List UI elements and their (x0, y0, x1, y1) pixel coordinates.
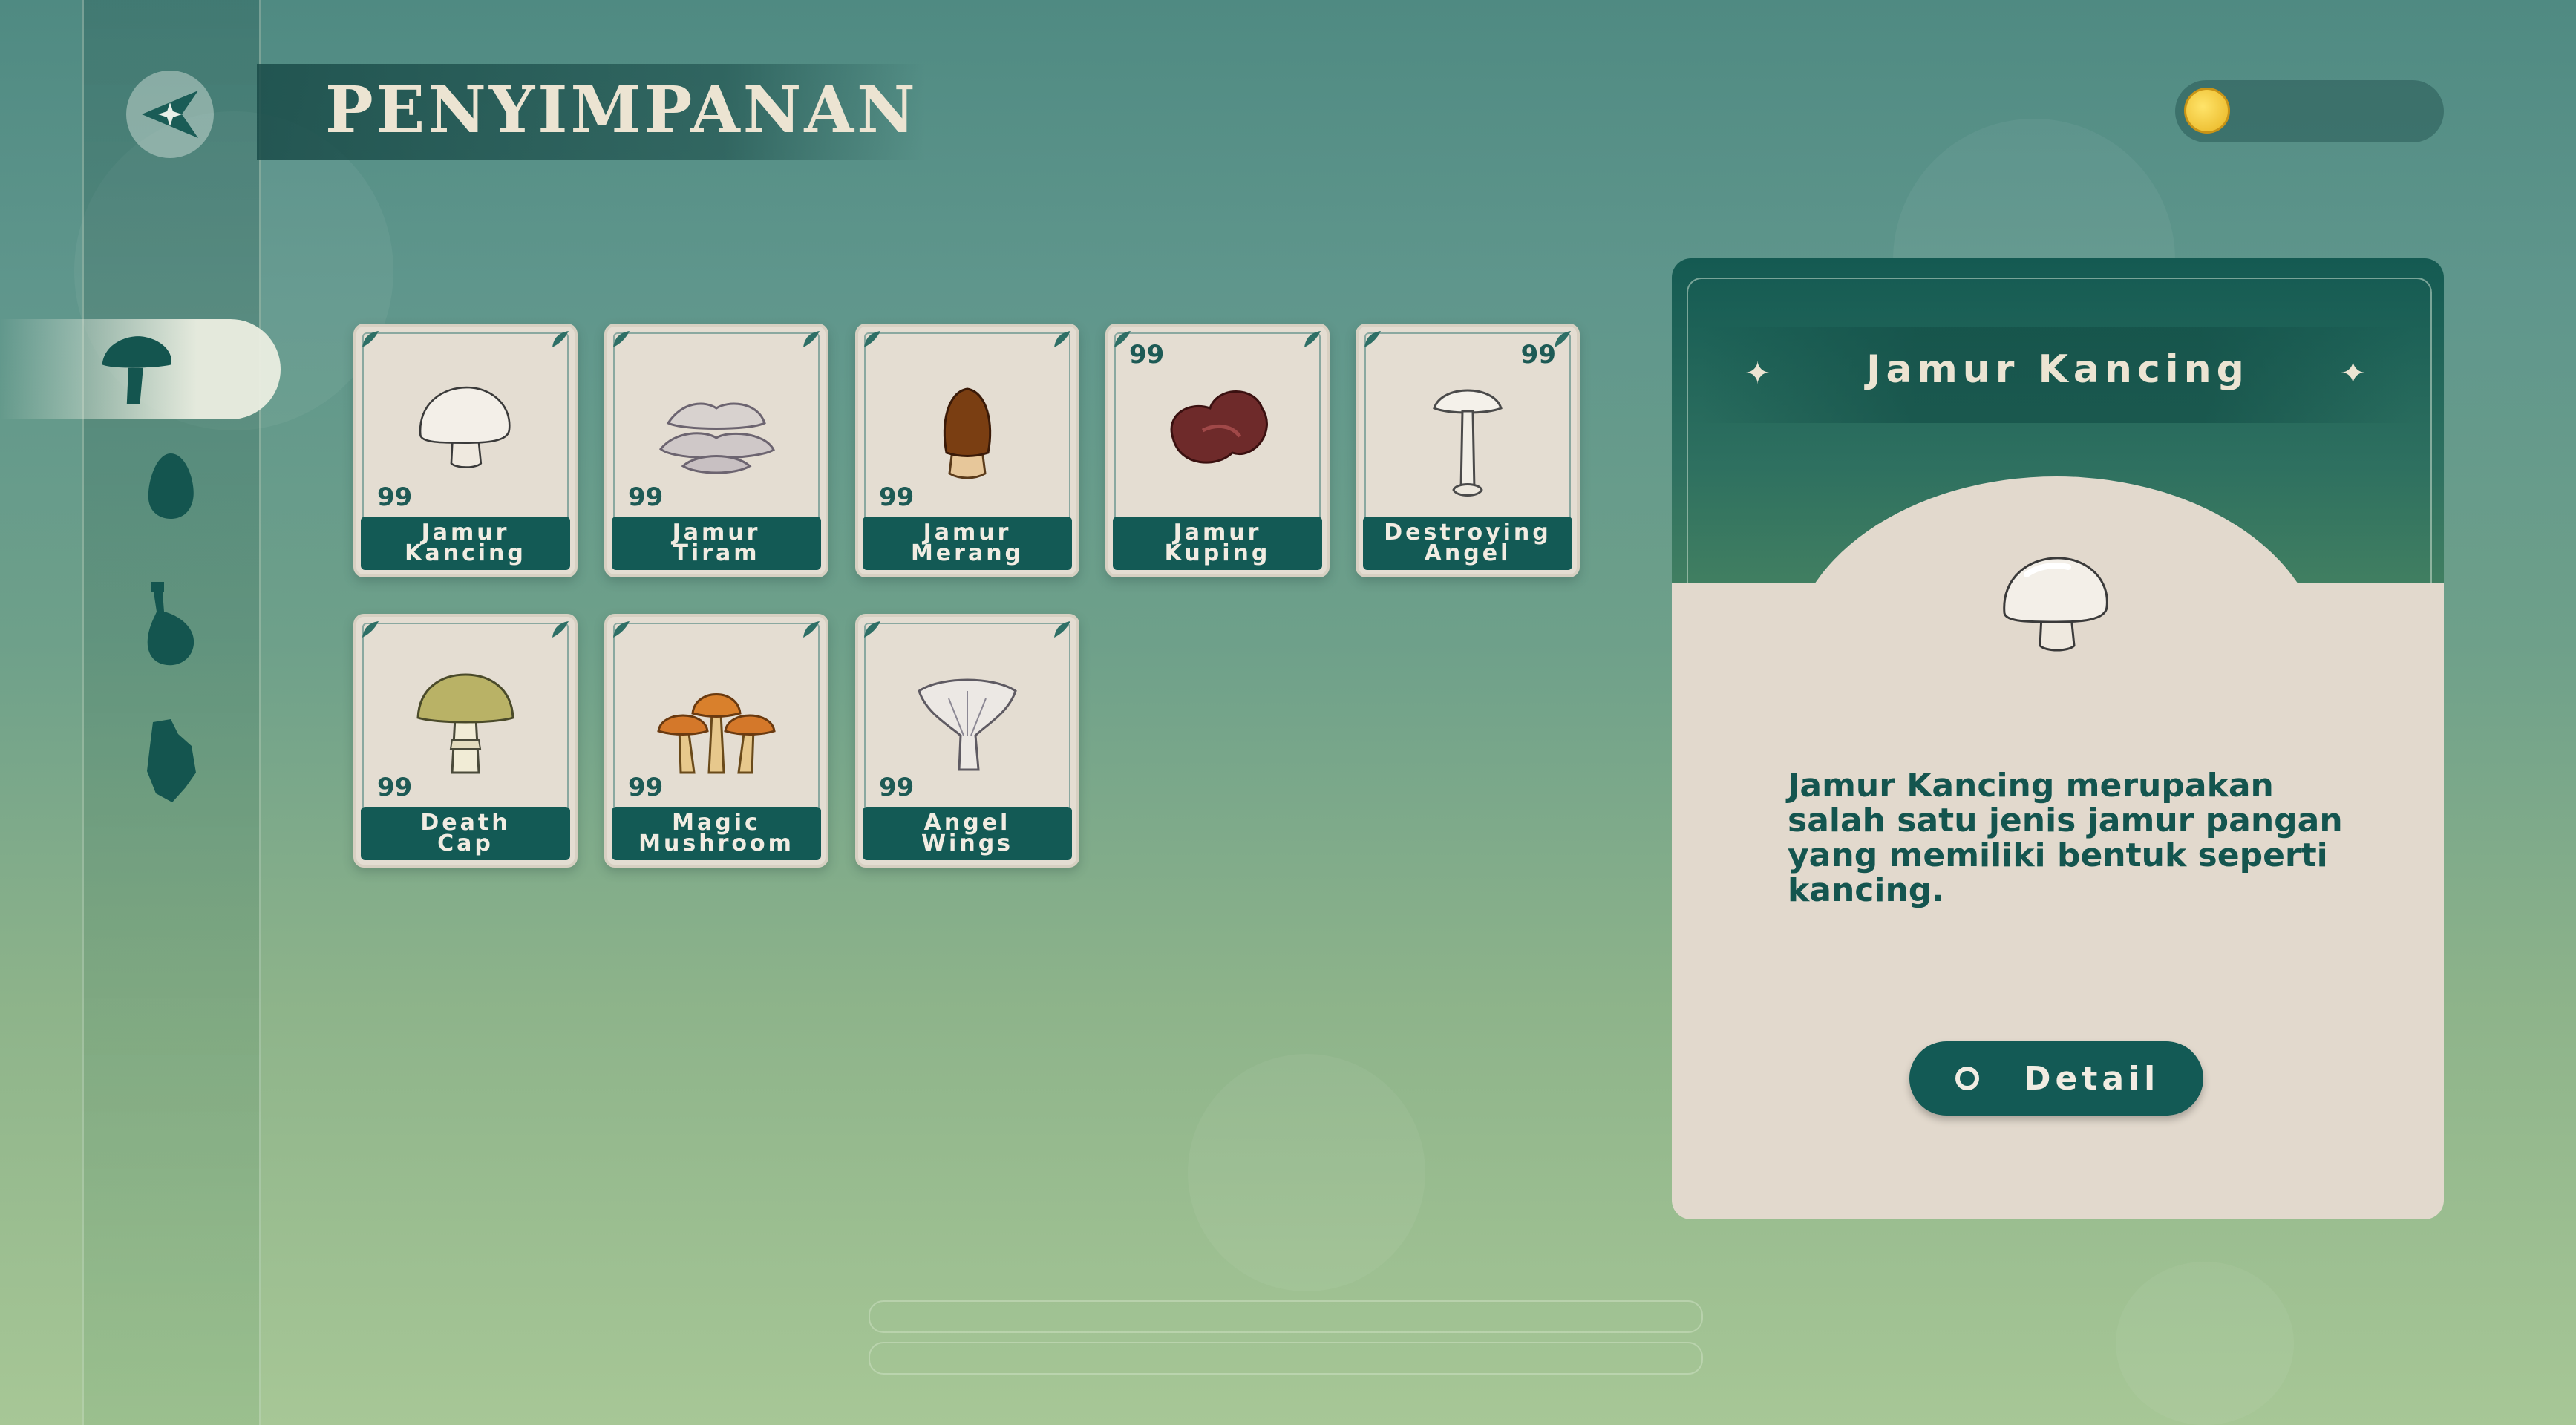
inventory-card[interactable]: 99 Jamur Kuping (1105, 324, 1330, 577)
angel-wings-icon (904, 669, 1030, 783)
item-name: Angel Wings (863, 807, 1072, 860)
inventory-card[interactable]: 99 Jamur Kancing (353, 324, 578, 577)
back-arrow-icon (142, 91, 198, 138)
tab-egg[interactable] (134, 445, 208, 527)
inventory-card[interactable]: 99 Death Cap (353, 614, 578, 868)
circle-icon (1955, 1067, 1979, 1090)
bottom-track (869, 1342, 1703, 1375)
leaf-ornament-icon (863, 330, 882, 349)
leaf-ornament-icon (802, 620, 821, 639)
leaf-ornament-icon (361, 330, 380, 349)
leaf-ornament-icon (1053, 620, 1072, 639)
inventory-card[interactable]: 99 Destroying Angel (1356, 324, 1580, 577)
item-name: Destroying Angel (1363, 517, 1572, 570)
destroying-angel-icon (1427, 379, 1508, 508)
leaf-ornament-icon (1363, 330, 1382, 349)
inventory-card[interactable]: 99 Jamur Tiram (604, 324, 828, 577)
detail-button-label: Detail (2024, 1059, 2160, 1098)
straw-mushroom-icon (930, 379, 1004, 485)
inventory-card[interactable]: 99 Jamur Merang (855, 324, 1079, 577)
item-name: Jamur Merang (863, 517, 1072, 570)
item-name: Jamur Kuping (1113, 517, 1322, 570)
button-mushroom-icon (1997, 548, 2116, 662)
item-quantity: 99 (377, 482, 413, 512)
item-name: Jamur Kancing (361, 517, 570, 570)
item-name: Jamur Tiram (612, 517, 821, 570)
item-quantity: 99 (879, 482, 915, 512)
leaf-ornament-icon (551, 620, 570, 639)
item-quantity: 99 (1129, 340, 1165, 370)
detail-description: Jamur Kancing merupakan salah satu jenis… (1788, 767, 2343, 909)
inventory-card[interactable]: 99 Magic Mushroom (604, 614, 828, 868)
item-quantity: 99 (377, 773, 413, 802)
tab-mushroom[interactable] (0, 319, 281, 419)
leaf-ornament-icon (361, 620, 380, 639)
death-cap-icon (413, 669, 517, 783)
egg-icon (148, 453, 194, 519)
item-quantity: 99 (628, 773, 664, 802)
page-title: PENYIMPANAN (325, 73, 918, 148)
bottom-track (869, 1300, 1703, 1333)
detail-title: Jamur Kancing (1866, 347, 2249, 392)
tab-rock[interactable] (134, 712, 208, 809)
rock-icon (147, 719, 196, 802)
item-name: Magic Mushroom (612, 807, 821, 860)
detail-button[interactable]: Detail (1909, 1041, 2203, 1116)
leaf-ornament-icon (612, 330, 631, 349)
coin-icon (2184, 88, 2230, 134)
leaf-ornament-icon (612, 620, 631, 639)
mushroom-icon (102, 335, 171, 404)
leaf-ornament-icon (551, 330, 570, 349)
item-quantity: 99 (879, 773, 915, 802)
item-quantity: 99 (628, 482, 664, 512)
button-mushroom-icon (413, 379, 517, 478)
tab-potion[interactable] (130, 575, 212, 672)
leaf-ornament-icon (802, 330, 821, 349)
leaf-ornament-icon (863, 620, 882, 639)
inventory-card[interactable]: 99 Angel Wings (855, 614, 1079, 868)
leaf-ornament-icon (1053, 330, 1072, 349)
potion-icon (147, 582, 194, 666)
item-name: Death Cap (361, 807, 570, 860)
back-button[interactable] (126, 71, 214, 158)
wood-ear-mushroom-icon (1158, 379, 1277, 478)
oyster-mushroom-icon (653, 379, 779, 485)
magic-mushroom-icon (650, 669, 783, 783)
leaf-ornament-icon (1303, 330, 1322, 349)
item-quantity: 99 (1520, 340, 1556, 370)
